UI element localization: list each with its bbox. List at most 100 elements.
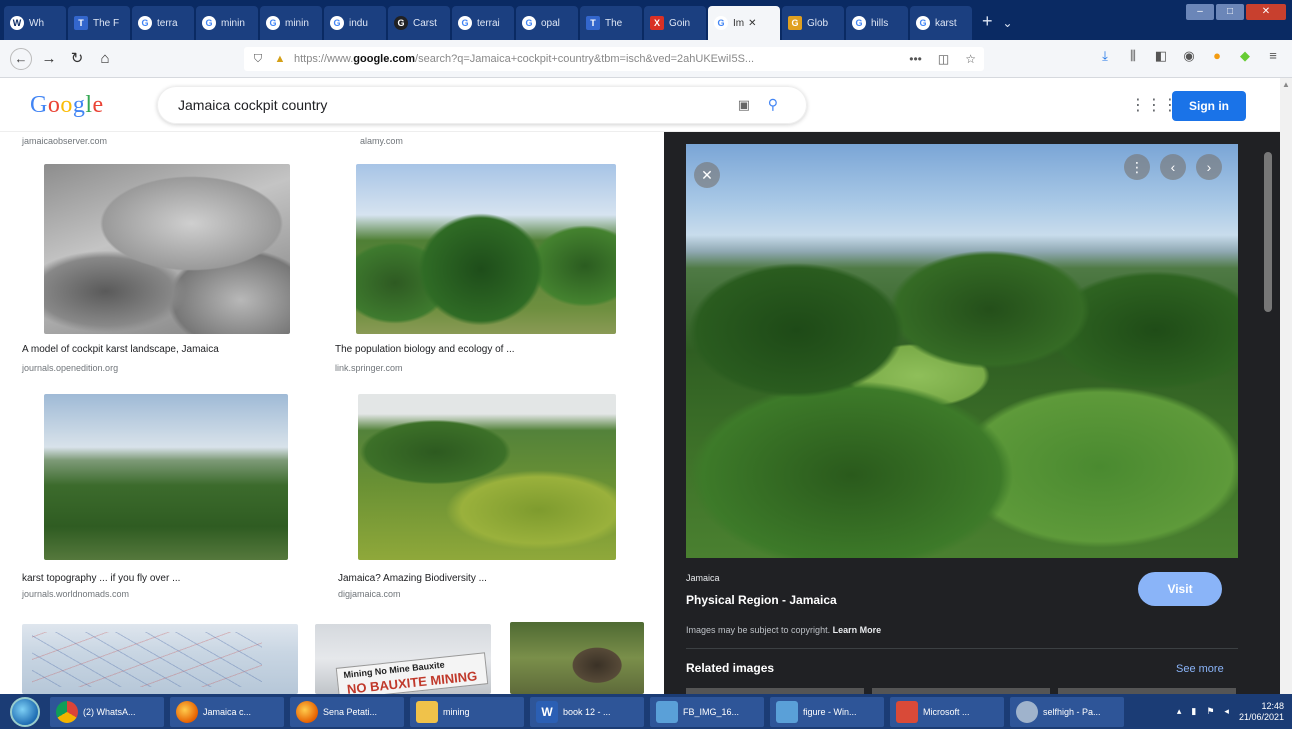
learn-more-link[interactable]: Learn More (833, 625, 882, 635)
taskbar-item[interactable]: (2) WhatsA... (50, 696, 164, 727)
result-image-protest-banner[interactable]: Mining No Mine Bauxite NO BAUXITE MINING (315, 624, 491, 694)
downloads-icon[interactable]: ⤓ (1094, 48, 1116, 64)
extension-icon[interactable]: ● (1206, 48, 1228, 64)
menu-icon[interactable]: ≡ (1262, 48, 1284, 64)
preview-domain[interactable]: Jamaica (686, 573, 720, 583)
taskbar-item[interactable]: selfhigh - Pa... (1010, 696, 1124, 727)
address-bar[interactable]: ⛉ ▲ https://www.google.com/search?q=Jama… (244, 47, 984, 71)
result-image-karst-model[interactable] (44, 164, 290, 334)
apps-grid-icon[interactable]: ⋮⋮⋮ (1130, 95, 1178, 115)
result-source[interactable]: digjamaica.com (338, 589, 401, 599)
browser-tab[interactable]: Gopal (516, 6, 578, 40)
word-app-icon: W (536, 700, 558, 723)
browser-tab-label: Glob (807, 17, 829, 29)
close-icon[interactable]: ✕ (694, 162, 720, 188)
panel-scroll-thumb[interactable] (1264, 152, 1272, 312)
window-close-button[interactable]: ✕ (1246, 4, 1286, 20)
result-source[interactable]: journals.openedition.org (22, 363, 118, 373)
home-button[interactable]: ⌂ (94, 48, 116, 70)
flag-icon[interactable]: ⚑ (1206, 706, 1214, 717)
browser-tab[interactable]: X Goin (644, 6, 706, 40)
result-image-person[interactable] (510, 622, 644, 694)
browser-tab-label: terrai (477, 17, 500, 29)
result-source[interactable]: journals.worldnomads.com (22, 589, 129, 599)
library-icon[interactable]: ⫼ (1122, 48, 1144, 64)
browser-tab[interactable]: W Wh (4, 6, 66, 40)
browser-tab[interactable]: T The F (68, 6, 130, 40)
google-icon: G (852, 16, 866, 30)
browser-tab[interactable]: Gkarst (910, 6, 972, 40)
tray-arrow-icon[interactable]: ▴ (1177, 706, 1182, 717)
tab-list-icon[interactable]: ⌄ (1003, 16, 1013, 30)
result-source[interactable]: link.springer.com (335, 363, 403, 373)
tab-favicon: G (788, 16, 802, 30)
page-scrollbar[interactable]: ▲ (1280, 78, 1292, 694)
page-actions-icon[interactable]: ••• (909, 52, 922, 66)
previous-image-icon[interactable]: ‹ (1160, 154, 1186, 180)
start-button[interactable] (10, 696, 40, 727)
search-input[interactable]: Jamaica cockpit country ▣ ⚲ (157, 86, 807, 124)
result-source[interactable]: alamy.com (360, 136, 403, 146)
taskbar-item[interactable]: Sena Petati... (290, 696, 404, 727)
browser-tab[interactable]: Gminin (260, 6, 322, 40)
taskbar-item[interactable]: mining (410, 696, 524, 727)
result-caption[interactable]: A model of cockpit karst landscape, Jama… (22, 344, 219, 355)
taskbar-item[interactable]: figure - Win... (770, 696, 884, 727)
camera-search-icon[interactable]: ▣ (738, 97, 750, 113)
sidebar-icon[interactable]: ◧ (1150, 48, 1172, 64)
google-icon: G (138, 16, 152, 30)
browser-tab[interactable]: Gterra (132, 6, 194, 40)
copyright-notice: Images may be subject to copyright. Lear… (686, 625, 882, 635)
minimize-button[interactable]: – (1186, 4, 1214, 20)
account-icon[interactable]: ◉ (1178, 48, 1200, 64)
scroll-up-icon[interactable]: ▲ (1282, 80, 1290, 89)
clock[interactable]: 12:48 21/06/2021 (1239, 701, 1284, 723)
ff-app-icon (176, 700, 198, 723)
taskbar-item[interactable]: Jamaica c... (170, 696, 284, 727)
result-image-karst-aerial[interactable] (44, 394, 288, 560)
taskbar-item[interactable]: Wbook 12 - ... (530, 696, 644, 727)
browser-tab[interactable]: Gindu (324, 6, 386, 40)
more-options-icon[interactable]: ⋮ (1124, 154, 1150, 180)
pocket-icon[interactable]: ◫ (938, 52, 949, 66)
extension-icon[interactable]: ◆ (1234, 48, 1256, 64)
maximize-button[interactable]: □ (1216, 4, 1244, 20)
volume-icon[interactable]: ◂ (1224, 706, 1229, 717)
search-icon[interactable]: ⚲ (768, 96, 778, 113)
related-images-heading: Related images (686, 661, 775, 675)
visit-button[interactable]: Visit (1138, 572, 1222, 606)
browser-tab[interactable]: Gterrai (452, 6, 514, 40)
clock-time: 12:48 (1261, 700, 1284, 711)
result-caption[interactable]: karst topography ... if you fly over ... (22, 573, 180, 584)
sign-in-button[interactable]: Sign in (1172, 91, 1246, 121)
reload-button[interactable]: ↻ (66, 48, 88, 70)
browser-tab[interactable]: Ghills (846, 6, 908, 40)
next-image-icon[interactable]: › (1196, 154, 1222, 180)
new-tab-button[interactable]: + (982, 11, 993, 32)
taskbar-item-label: mining (443, 706, 470, 717)
browser-tab[interactable]: G Glob (782, 6, 844, 40)
taskbar-item-label: Sena Petati... (323, 706, 378, 717)
back-button[interactable]: ← (10, 47, 32, 70)
preview-image[interactable]: ✕ ⋮ ‹ › (686, 144, 1238, 558)
browser-tab[interactable]: T The (580, 6, 642, 40)
preview-title[interactable]: Physical Region - Jamaica (686, 593, 837, 607)
tab-close-icon[interactable]: ✕ (748, 18, 756, 29)
browser-tab[interactable]: Gminin (196, 6, 258, 40)
see-more-link[interactable]: See more (1176, 663, 1224, 675)
browser-tab[interactable]: G Im ✕ (708, 6, 780, 40)
taskbar-item[interactable]: FB_IMG_16... (650, 696, 764, 727)
forward-button[interactable]: → (38, 48, 60, 70)
result-caption[interactable]: The population biology and ecology of ..… (335, 344, 515, 355)
result-image-green-hills[interactable] (356, 164, 616, 334)
bookmark-star-icon[interactable]: ☆ (965, 52, 976, 66)
result-image-biodiversity-valley[interactable] (358, 394, 616, 560)
network-icon[interactable]: ▮ (1191, 706, 1196, 717)
google-logo[interactable]: Google (30, 92, 104, 119)
result-image-map[interactable] (22, 624, 298, 694)
result-caption[interactable]: Jamaica? Amazing Biodiversity ... (338, 573, 487, 584)
result-source[interactable]: jamaicaobserver.com (22, 136, 107, 146)
taskbar-item[interactable]: Microsoft ... (890, 696, 1004, 727)
panel-scrollbar[interactable] (1262, 140, 1274, 688)
browser-tab[interactable]: G Carst (388, 6, 450, 40)
